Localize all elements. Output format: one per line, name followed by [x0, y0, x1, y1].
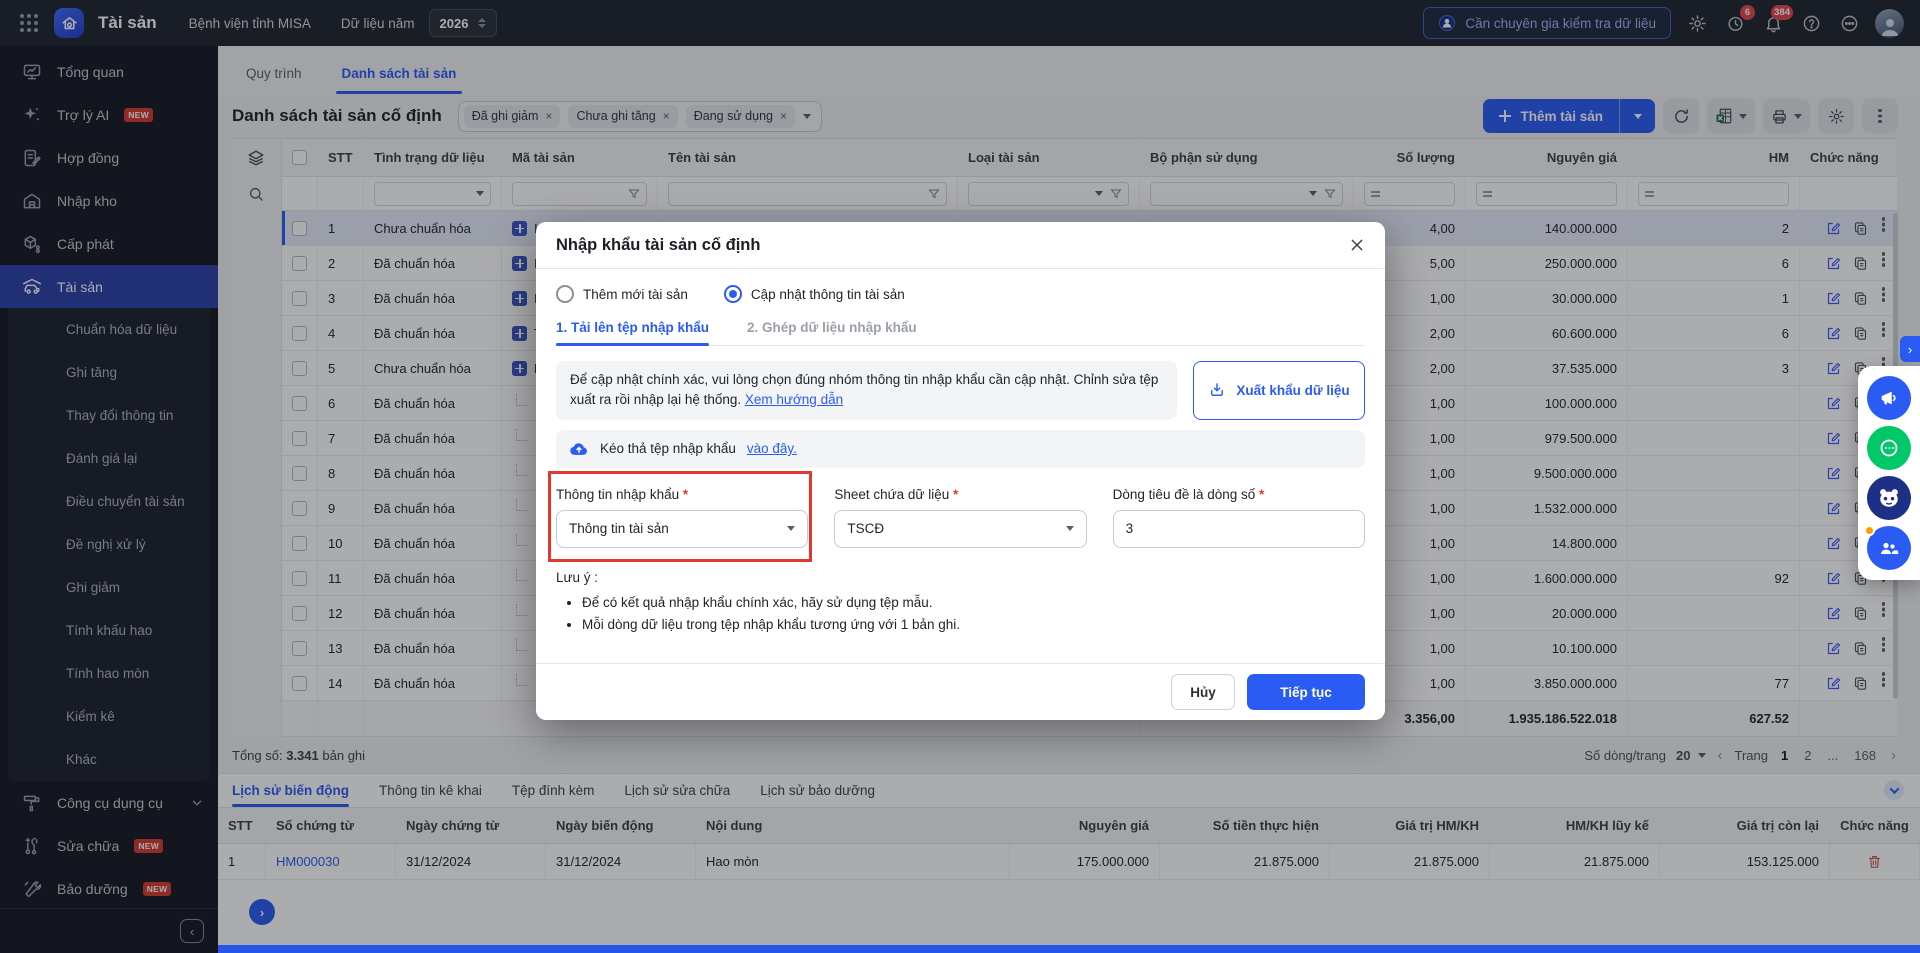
- close-icon[interactable]: [1349, 237, 1365, 253]
- field-header-row: Dòng tiêu đề là dòng số: [1113, 487, 1365, 548]
- modal-header: Nhập khẩu tài sản cố định: [536, 222, 1385, 269]
- info-row: Để cập nhật chính xác, vui lòng chọn đún…: [556, 361, 1365, 420]
- modal-title: Nhập khẩu tài sản cố định: [556, 236, 760, 255]
- field-sheet: Sheet chứa dữ liệu TSCĐ: [834, 487, 1086, 548]
- notes-title: Lưu ý :: [556, 570, 1365, 585]
- header-row-label: Dòng tiêu đề là dòng số: [1113, 487, 1365, 502]
- export-data-button[interactable]: Xuất khẩu dữ liệu: [1193, 361, 1365, 420]
- support-widget-dock: [1858, 366, 1920, 580]
- radio-add-new[interactable]: Thêm mới tài sản: [556, 285, 688, 303]
- header-row-input[interactable]: [1113, 510, 1365, 548]
- edge-expand-tab[interactable]: ›: [1900, 336, 1920, 362]
- guide-link[interactable]: Xem hướng dẫn: [745, 392, 843, 407]
- radio-icon: [556, 285, 574, 303]
- modal-footer: Hủy Tiếp tục: [536, 663, 1385, 720]
- notes-section: Lưu ý : Để có kết quả nhập khẩu chính xá…: [556, 570, 1365, 632]
- modal-body: Thêm mới tài sản Cập nhật thông tin tài …: [536, 269, 1385, 663]
- chat-icon: [1877, 436, 1901, 460]
- sheet-select[interactable]: TSCĐ: [834, 510, 1086, 548]
- step-upload[interactable]: 1. Tải lên tệp nhập khẩu: [556, 320, 709, 345]
- megaphone-icon: [1878, 387, 1900, 409]
- chat-widget[interactable]: [1867, 426, 1911, 470]
- download-icon: [1208, 381, 1226, 399]
- dropzone-browse-link[interactable]: vào đây.: [747, 441, 797, 456]
- import-modal: Nhập khẩu tài sản cố định Thêm mới tài s…: [536, 222, 1385, 720]
- radio-update-info[interactable]: Cập nhật thông tin tài sản: [724, 285, 905, 303]
- cancel-button[interactable]: Hủy: [1171, 674, 1235, 710]
- import-info-value: Thông tin tài sản: [569, 521, 669, 536]
- import-mode-radios: Thêm mới tài sản Cập nhật thông tin tài …: [556, 285, 1365, 303]
- sheet-value: TSCĐ: [847, 521, 884, 536]
- note-item: Để có kết quả nhập khẩu chính xác, hãy s…: [582, 595, 1365, 610]
- radio-icon: [724, 285, 742, 303]
- wizard-steps: 1. Tải lên tệp nhập khẩu 2. Ghép dữ liệu…: [556, 320, 1365, 346]
- people-icon: [1877, 536, 1901, 560]
- info-text: Để cập nhật chính xác, vui lòng chọn đún…: [570, 372, 1158, 407]
- dropzone-text: Kéo thả tệp nhập khẩu: [600, 441, 736, 456]
- notification-dot: [1864, 525, 1875, 536]
- community-widget[interactable]: [1867, 526, 1911, 570]
- import-info-label: Thông tin nhập khẩu: [556, 487, 808, 502]
- radio-add-label: Thêm mới tài sản: [583, 287, 688, 302]
- file-dropzone[interactable]: Kéo thả tệp nhập khẩu vào đây.: [556, 430, 1365, 468]
- export-data-label: Xuất khẩu dữ liệu: [1236, 383, 1349, 398]
- note-item: Mỗi dòng dữ liệu trong tệp nhập khẩu tươ…: [582, 617, 1365, 632]
- continue-button[interactable]: Tiếp tục: [1247, 674, 1365, 710]
- cloud-upload-icon: [569, 439, 589, 459]
- radio-update-label: Cập nhật thông tin tài sản: [751, 287, 905, 302]
- import-info-select[interactable]: Thông tin tài sản: [556, 510, 808, 548]
- bottom-banner-strip: [218, 945, 1920, 953]
- panda-bot-icon: [1875, 484, 1903, 512]
- step-map-data[interactable]: 2. Ghép dữ liệu nhập khẩu: [747, 320, 917, 345]
- assistant-bot-widget[interactable]: [1867, 476, 1911, 520]
- info-box: Để cập nhật chính xác, vui lòng chọn đún…: [556, 361, 1177, 420]
- sheet-label: Sheet chứa dữ liệu: [834, 487, 1086, 502]
- announcement-widget[interactable]: [1867, 376, 1911, 420]
- import-fields: Thông tin nhập khẩu Thông tin tài sản Sh…: [556, 487, 1365, 548]
- field-import-info: Thông tin nhập khẩu Thông tin tài sản: [556, 487, 808, 548]
